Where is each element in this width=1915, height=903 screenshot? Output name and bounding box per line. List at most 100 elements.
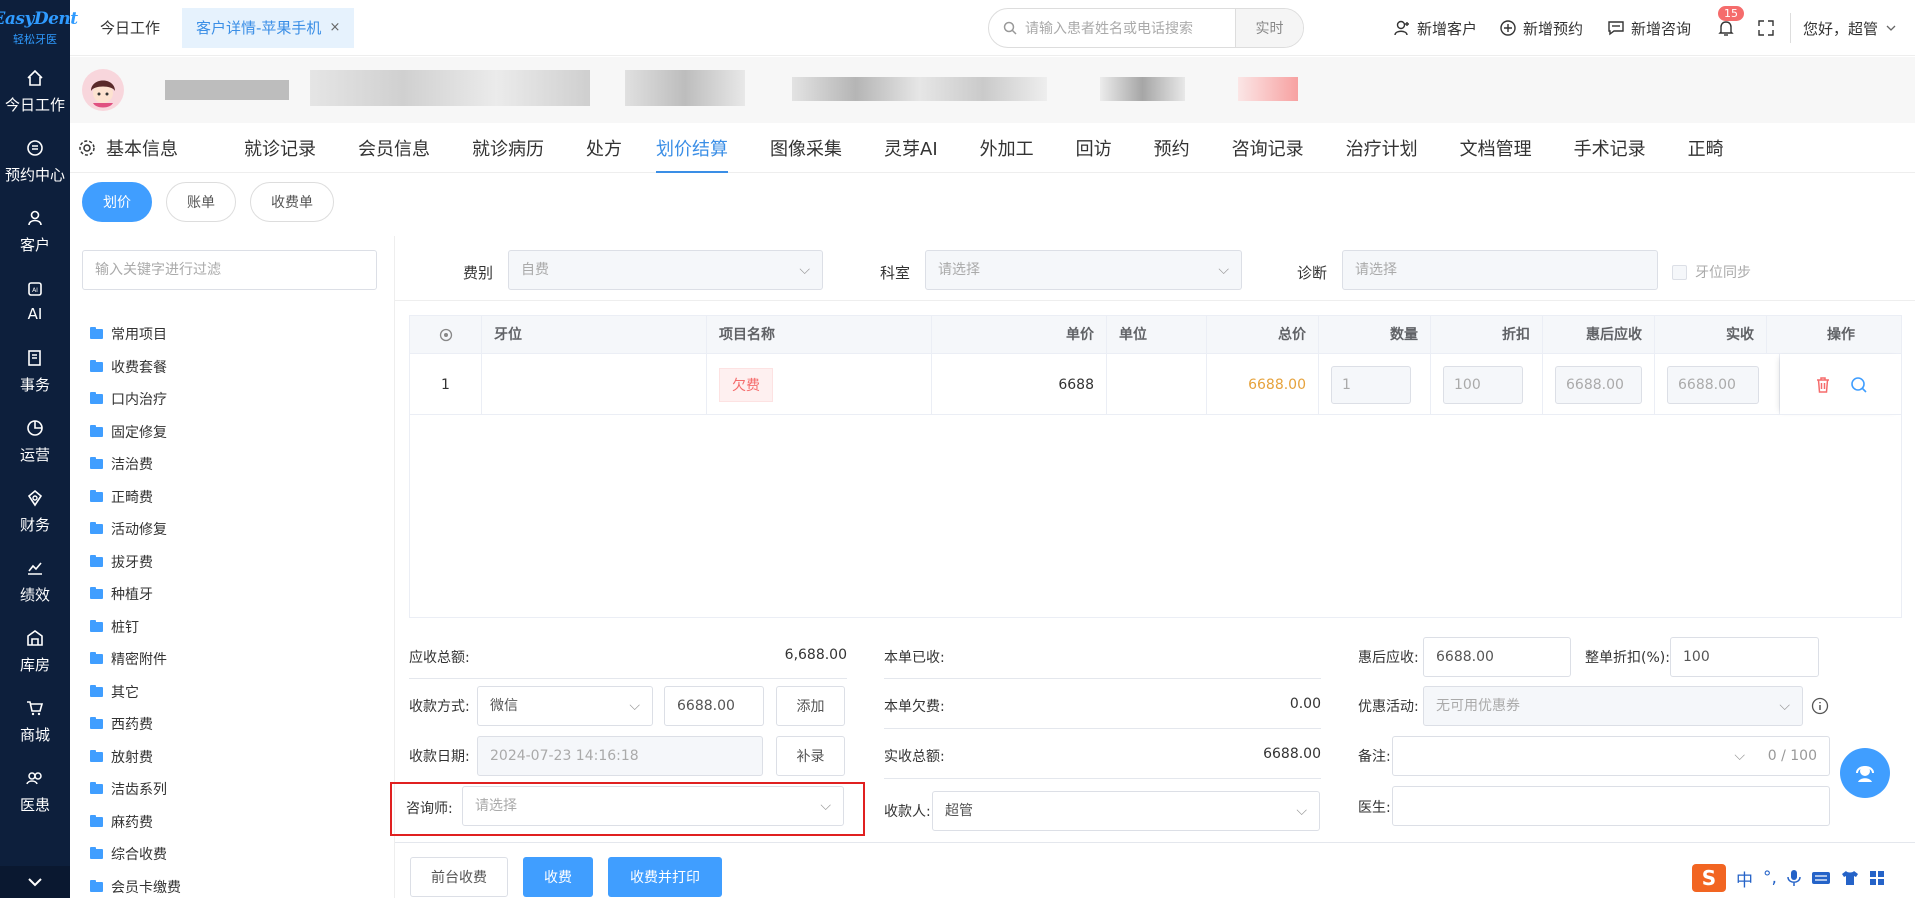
- charge-button[interactable]: 收费: [523, 857, 593, 897]
- pay-date-input[interactable]: 2024-07-23 14:16:18: [477, 736, 763, 776]
- tree-node[interactable]: 综合收费: [90, 838, 181, 871]
- tab-10[interactable]: 预约: [1154, 123, 1190, 173]
- tab-15[interactable]: 正畸: [1688, 123, 1724, 173]
- tab-4[interactable]: 处方: [586, 123, 622, 173]
- promo-select[interactable]: 无可用优惠券 ⌵: [1423, 686, 1803, 726]
- add-customer-button[interactable]: 新增客户: [1393, 0, 1477, 56]
- tab-11[interactable]: 咨询记录: [1232, 123, 1304, 173]
- nav-item-task[interactable]: 事务: [0, 336, 70, 406]
- tree-node[interactable]: 拔牙费: [90, 546, 181, 579]
- divider: [884, 778, 1321, 779]
- tree-node[interactable]: 种植牙: [90, 578, 181, 611]
- dept-select[interactable]: 请选择 ⌵: [925, 250, 1242, 290]
- front-desk-charge-button[interactable]: 前台收费: [410, 857, 508, 897]
- tree-node[interactable]: 其它: [90, 676, 181, 709]
- ime-logo-icon[interactable]: S: [1692, 864, 1726, 892]
- tree-node[interactable]: 正畸费: [90, 481, 181, 514]
- tab-3[interactable]: 就诊病历: [472, 123, 544, 173]
- add-customer-label: 新增客户: [1417, 18, 1477, 39]
- nav-item-performance[interactable]: 绩效: [0, 546, 70, 616]
- tab-customer-detail[interactable]: 客户详情-苹果手机 ×: [182, 8, 354, 48]
- info-icon[interactable]: [1811, 697, 1829, 715]
- nav-item-home[interactable]: 今日工作: [0, 56, 70, 126]
- charge-print-button[interactable]: 收费并打印: [608, 857, 722, 897]
- nav-item-doctor-patient[interactable]: 医患: [0, 756, 70, 826]
- tree-node[interactable]: 收费套餐: [90, 351, 181, 384]
- nav-collapse-button[interactable]: [0, 866, 70, 898]
- keyboard-icon[interactable]: [1811, 870, 1831, 886]
- tree-node[interactable]: 固定修复: [90, 416, 181, 449]
- tree-node[interactable]: 放射费: [90, 741, 181, 774]
- pricing-pill[interactable]: 划价: [82, 182, 152, 222]
- tab-9[interactable]: 回访: [1076, 123, 1112, 173]
- tab-2[interactable]: 会员信息: [358, 123, 430, 173]
- bill-pill[interactable]: 账单: [166, 182, 236, 222]
- doctor-input[interactable]: [1392, 786, 1830, 826]
- pay-amount-input[interactable]: 6688.00: [664, 686, 764, 726]
- microphone-icon[interactable]: [1787, 869, 1801, 887]
- customer-service-button[interactable]: [1840, 748, 1890, 798]
- punctuation-icon[interactable]: °,: [1763, 868, 1777, 888]
- after-discount-input[interactable]: 6688.00: [1555, 366, 1642, 404]
- nav-item-appointment[interactable]: 预约中心: [0, 126, 70, 196]
- close-icon[interactable]: ×: [329, 20, 340, 35]
- pay-method-select[interactable]: 微信 ⌵: [477, 686, 653, 726]
- fee-type-select[interactable]: 自费 ⌵: [508, 250, 823, 290]
- tree-node[interactable]: 洁齿系列: [90, 773, 181, 806]
- grid-menu-icon[interactable]: [1869, 870, 1885, 886]
- receipt-pill[interactable]: 收费单: [250, 182, 334, 222]
- tree-node[interactable]: 西药费: [90, 708, 181, 741]
- row-tooth[interactable]: [482, 354, 707, 415]
- whole-discount-input[interactable]: 100: [1670, 637, 1819, 677]
- ime-lang-toggle[interactable]: 中: [1736, 866, 1753, 891]
- settings-col-header[interactable]: [410, 316, 482, 354]
- search-mode-button[interactable]: 实时: [1235, 9, 1303, 47]
- tab-7[interactable]: 灵芽AI: [884, 123, 938, 173]
- tree-node[interactable]: 口内治疗: [90, 383, 181, 416]
- tab-12[interactable]: 治疗计划: [1346, 123, 1418, 173]
- tab-5[interactable]: 划价结算: [656, 123, 728, 173]
- nav-item-mall[interactable]: 商城: [0, 686, 70, 756]
- tab-8[interactable]: 外加工: [980, 123, 1034, 173]
- tab-today-work[interactable]: 今日工作: [90, 8, 170, 48]
- cashier-select[interactable]: 超管 ⌵: [932, 791, 1320, 831]
- discount-input[interactable]: 100: [1443, 366, 1523, 404]
- diagnosis-select[interactable]: 请选择: [1342, 250, 1658, 290]
- nav-item-operation[interactable]: 运营: [0, 406, 70, 476]
- user-menu[interactable]: 您好，超管: [1790, 13, 1902, 43]
- tree-node[interactable]: 麻药费: [90, 806, 181, 839]
- tab-0[interactable]: 基本信息: [106, 123, 178, 173]
- consultant-select[interactable]: 请选择 ⌵: [462, 786, 844, 826]
- qty-input[interactable]: 1: [1331, 366, 1411, 404]
- tree-node[interactable]: 会员卡缴费: [90, 871, 181, 903]
- tab-13[interactable]: 文档管理: [1460, 123, 1532, 173]
- folder-icon: [90, 557, 103, 567]
- tree-node[interactable]: 活动修复: [90, 513, 181, 546]
- remark-input[interactable]: ⌵ 0 / 100: [1392, 736, 1830, 776]
- nav-item-finance[interactable]: 财务: [0, 476, 70, 546]
- tab-1[interactable]: 就诊记录: [244, 123, 316, 173]
- add-consult-button[interactable]: 新增咨询: [1607, 0, 1691, 56]
- tree-node[interactable]: 洁治费: [90, 448, 181, 481]
- tab-14[interactable]: 手术记录: [1574, 123, 1646, 173]
- tooth-sync-checkbox[interactable]: 牙位同步: [1672, 262, 1751, 282]
- nav-item-customer[interactable]: 客户: [0, 196, 70, 266]
- skin-icon[interactable]: [1841, 869, 1859, 887]
- search-input[interactable]: 请输入患者姓名或电话搜索: [1025, 18, 1235, 38]
- tree-node[interactable]: 常用项目: [90, 318, 181, 351]
- nav-item-label: 客户: [20, 234, 50, 255]
- supplement-button[interactable]: 补录: [776, 736, 845, 776]
- delete-icon[interactable]: [1814, 376, 1832, 394]
- after-discount-total-input[interactable]: 6688.00: [1423, 637, 1571, 677]
- search-icon[interactable]: [1850, 376, 1868, 394]
- actual-input[interactable]: 6688.00: [1667, 366, 1759, 404]
- add-appointment-button[interactable]: 新增预约: [1499, 0, 1583, 56]
- filter-input[interactable]: 输入关键字进行过滤: [82, 250, 377, 290]
- nav-item-warehouse[interactable]: 库房: [0, 616, 70, 686]
- add-payment-button[interactable]: 添加: [776, 686, 845, 726]
- tree-node[interactable]: 精密附件: [90, 643, 181, 676]
- nav-item-ai[interactable]: AIAI: [0, 266, 70, 336]
- tree-node[interactable]: 桩钉: [90, 611, 181, 644]
- tab-6[interactable]: 图像采集: [770, 123, 842, 173]
- fullscreen-button[interactable]: [1757, 0, 1781, 56]
